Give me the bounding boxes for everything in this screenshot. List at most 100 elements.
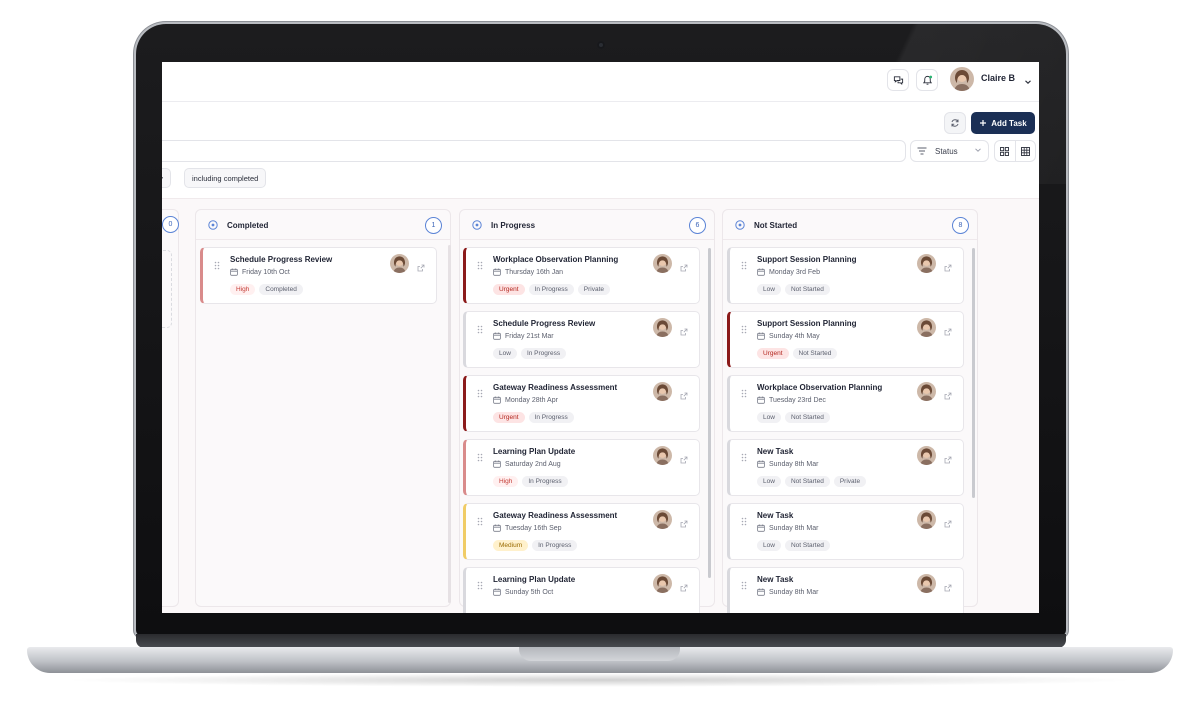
task-card[interactable]: Schedule Progress Review Friday 21st Mar L… bbox=[463, 311, 700, 368]
task-card[interactable]: New Task Sunday 8th Mar Low Not Started Priv… bbox=[727, 439, 964, 496]
scrollbar[interactable] bbox=[972, 248, 975, 498]
open-external-icon[interactable] bbox=[944, 259, 952, 277]
task-title: New Task bbox=[757, 575, 794, 584]
task-tags: Medium In Progress bbox=[493, 540, 578, 551]
assignee-avatar[interactable] bbox=[653, 574, 672, 593]
task-card[interactable]: Gateway Readiness Assessment Tuesday 16th… bbox=[463, 503, 700, 560]
task-due-date: Monday 3rd Feb bbox=[757, 268, 820, 276]
drag-handle-icon[interactable] bbox=[741, 577, 747, 590]
laptop-hinge bbox=[136, 634, 1066, 648]
task-title: Support Session Planning bbox=[757, 319, 857, 328]
assignee-avatar[interactable] bbox=[653, 382, 672, 401]
assignee-avatar[interactable] bbox=[917, 510, 936, 529]
task-date-text: Sunday 4th May bbox=[769, 332, 820, 340]
add-task-button[interactable]: Add Task bbox=[971, 112, 1035, 134]
drag-handle-icon[interactable] bbox=[477, 321, 483, 334]
open-external-icon[interactable] bbox=[944, 579, 952, 597]
drag-handle-icon[interactable] bbox=[477, 577, 483, 590]
open-external-icon[interactable] bbox=[680, 515, 688, 533]
assignee-avatar[interactable] bbox=[917, 446, 936, 465]
open-external-icon[interactable] bbox=[944, 451, 952, 469]
open-external-icon[interactable] bbox=[680, 323, 688, 341]
open-external-icon[interactable] bbox=[944, 323, 952, 341]
drag-handle-icon[interactable] bbox=[741, 385, 747, 398]
open-external-icon[interactable] bbox=[944, 387, 952, 405]
drag-handle-icon[interactable] bbox=[741, 449, 747, 462]
empty-dropzone bbox=[162, 250, 172, 328]
assignee-avatar[interactable] bbox=[653, 446, 672, 465]
task-card[interactable]: Learning Plan Update Sunday 5th Oct bbox=[463, 567, 700, 613]
task-card[interactable]: Gateway Readiness Assessment Monday 28th … bbox=[463, 375, 700, 432]
task-card[interactable]: Learning Plan Update Saturday 2nd Aug High… bbox=[463, 439, 700, 496]
task-tag: High bbox=[493, 476, 519, 487]
user-name[interactable]: Claire B bbox=[981, 73, 1015, 83]
task-card[interactable]: Workplace Observation Planning Thursday 1… bbox=[463, 247, 700, 304]
open-external-icon[interactable] bbox=[680, 259, 688, 277]
assignee-avatar[interactable] bbox=[917, 574, 936, 593]
chevron-down-icon[interactable] bbox=[1024, 73, 1032, 91]
drag-handle-icon[interactable] bbox=[741, 513, 747, 526]
task-card[interactable]: Support Session Planning Sunday 4th May Ur… bbox=[727, 311, 964, 368]
messages-button[interactable] bbox=[887, 69, 909, 91]
calendar-icon bbox=[493, 524, 501, 532]
column-header: Not Started 8 bbox=[723, 210, 977, 240]
task-tags: High Completed bbox=[230, 284, 303, 295]
refresh-button[interactable] bbox=[944, 112, 966, 134]
status-circle-icon bbox=[735, 220, 745, 230]
calendar-icon bbox=[757, 268, 765, 276]
open-external-icon[interactable] bbox=[944, 515, 952, 533]
task-date-text: Sunday 8th Mar bbox=[769, 588, 819, 596]
search-input[interactable] bbox=[162, 140, 906, 162]
task-title: Schedule Progress Review bbox=[493, 319, 596, 328]
drag-handle-icon[interactable] bbox=[741, 257, 747, 270]
open-external-icon[interactable] bbox=[680, 387, 688, 405]
assignee-avatar[interactable] bbox=[917, 318, 936, 337]
task-tags: Low Not Started bbox=[757, 284, 830, 295]
task-tag: Urgent bbox=[757, 348, 789, 359]
drag-handle-icon[interactable] bbox=[214, 257, 220, 270]
task-tags: Urgent In Progress bbox=[493, 412, 574, 423]
task-tags: Urgent In Progress Private bbox=[493, 284, 610, 295]
board-view-icon[interactable] bbox=[995, 141, 1015, 161]
column-title: Not Started bbox=[754, 221, 798, 230]
task-date-text: Sunday 8th Mar bbox=[769, 460, 819, 468]
view-toggle bbox=[994, 140, 1036, 162]
column-count-badge: 1 bbox=[425, 217, 442, 234]
filter-chip-including-completed[interactable]: including completed bbox=[184, 168, 267, 188]
task-date-text: Sunday 5th Oct bbox=[505, 588, 554, 596]
open-external-icon[interactable] bbox=[417, 259, 425, 277]
assignee-avatar[interactable] bbox=[917, 382, 936, 401]
assignee-avatar[interactable] bbox=[653, 254, 672, 273]
column-title: In Progress bbox=[491, 221, 536, 230]
task-title: Workplace Observation Planning bbox=[757, 383, 883, 392]
scrollbar[interactable] bbox=[708, 248, 711, 578]
task-card[interactable]: New Task Sunday 8th Mar bbox=[727, 567, 964, 613]
notifications-button[interactable] bbox=[916, 69, 938, 91]
task-card[interactable]: New Task Sunday 8th Mar Low Not Started bbox=[727, 503, 964, 560]
calendar-icon bbox=[493, 460, 501, 468]
task-tags: Urgent Not Started bbox=[757, 348, 838, 359]
task-card[interactable]: Schedule Progress Review Friday 10th Oct H… bbox=[200, 247, 437, 304]
assignee-avatar[interactable] bbox=[653, 510, 672, 529]
drag-handle-icon[interactable] bbox=[477, 257, 483, 270]
drag-handle-icon[interactable] bbox=[477, 385, 483, 398]
status-filter-dropdown[interactable]: Status bbox=[910, 140, 989, 162]
open-external-icon[interactable] bbox=[680, 579, 688, 597]
bell-icon bbox=[922, 75, 932, 85]
scrollbar[interactable] bbox=[448, 245, 451, 603]
assignee-avatar[interactable] bbox=[390, 254, 409, 273]
user-avatar[interactable] bbox=[950, 67, 974, 91]
drag-handle-icon[interactable] bbox=[477, 513, 483, 526]
task-tag: Low bbox=[757, 540, 781, 551]
open-external-icon[interactable] bbox=[680, 451, 688, 469]
task-card[interactable]: Workplace Observation Planning Tuesday 23… bbox=[727, 375, 964, 432]
table-view-icon[interactable] bbox=[1014, 141, 1036, 161]
task-due-date: Sunday 8th Mar bbox=[757, 524, 818, 532]
assignee-avatar[interactable] bbox=[653, 318, 672, 337]
task-card[interactable]: Support Session Planning Monday 3rd Feb Lo… bbox=[727, 247, 964, 304]
task-date-text: Monday 3rd Feb bbox=[769, 268, 820, 276]
filter-chip[interactable]: ny bbox=[162, 168, 171, 188]
drag-handle-icon[interactable] bbox=[741, 321, 747, 334]
drag-handle-icon[interactable] bbox=[477, 449, 483, 462]
assignee-avatar[interactable] bbox=[917, 254, 936, 273]
